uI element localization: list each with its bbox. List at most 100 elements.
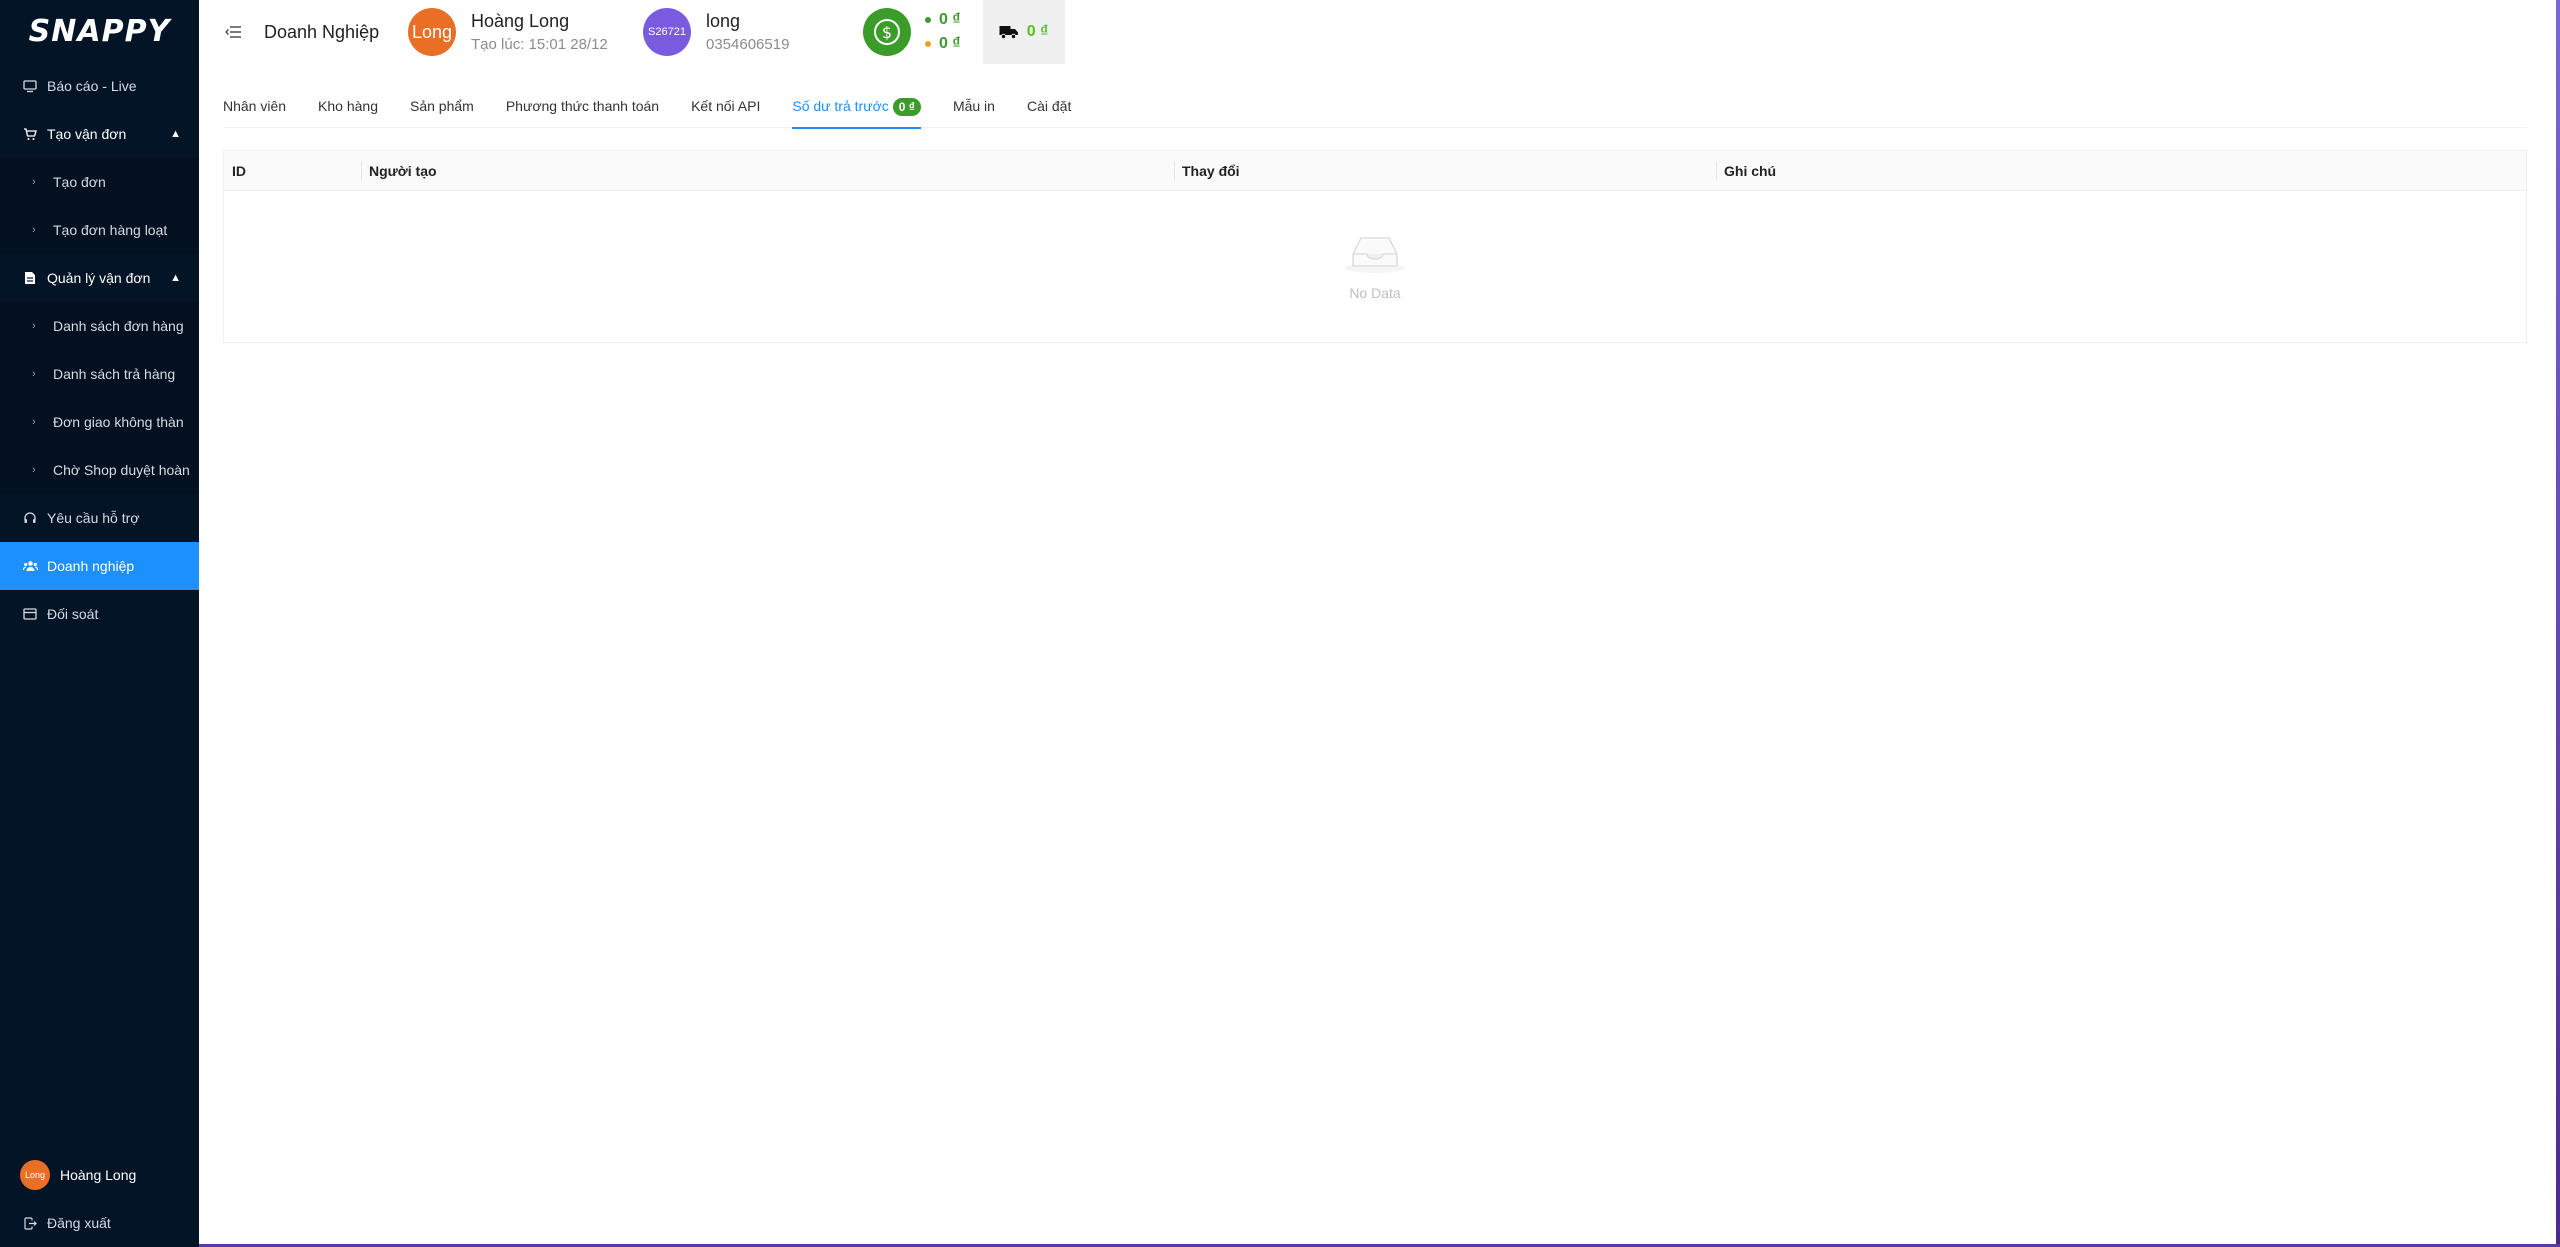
avatar[interactable]: Long [408,8,456,56]
card-icon [22,606,38,622]
tab-print-templates[interactable]: Mẫu in [953,88,995,128]
chevron-right-icon: › [32,368,36,380]
tab-label: Sản phẩm [410,98,474,114]
sidebar-item-report-live[interactable]: Báo cáo - Live [0,62,199,110]
sidebar-group-manage-shipment[interactable]: Quản lý vận đơn ▲ [0,254,199,302]
column-header-change[interactable]: Thay đổi [1174,151,1716,191]
shipping-balance[interactable]: 0 ₫ [982,0,1065,64]
sidebar-item-label: Doanh nghiệp [47,558,135,574]
chevron-up-icon: ▲ [170,128,181,140]
sidebar-item-label: Đơn giao không thàn [53,414,184,430]
team-icon [22,558,38,574]
main-content: Nhân viên Kho hàng Sản phẩm Phương thức … [199,64,2560,1247]
column-header-note[interactable]: Ghi chú [1716,151,2526,191]
account-name: long [706,11,741,31]
tab-payment-methods[interactable]: Phương thức thanh toán [506,88,659,128]
chevron-up-icon: ▲ [170,272,181,284]
sidebar-item-label: Chờ Shop duyệt hoàn [53,462,190,478]
tab-employees[interactable]: Nhân viên [223,88,286,128]
sidebar-group-create-shipment[interactable]: Tạo vận đơn ▲ [0,110,199,158]
sidebar-item-label: Tạo đơn [53,174,106,190]
sidebar-item-create-bulk-order[interactable]: › Tạo đơn hàng loạt [0,206,199,254]
column-header-id[interactable]: ID [224,151,361,191]
prepaid-balance-table: ID Người tạo Thay đổi Ghi chú No Data [223,150,2527,343]
cart-icon [22,126,38,142]
tab-label: Kho hàng [318,98,378,114]
menu-toggle-icon[interactable] [222,21,244,43]
sidebar-menu: Báo cáo - Live Tạo vận đơn ▲ › Tạo đơn ›… [0,62,199,638]
column-header-creator[interactable]: Người tạo [361,151,1174,191]
chevron-right-icon: › [32,176,36,188]
sidebar-item-business[interactable]: Doanh nghiệp [0,542,199,590]
status-dot [925,41,931,47]
user-info: Hoàng Long Tạo lúc: 15:01 28/12 [471,11,643,53]
sidebar-footer: Long Hoàng Long Đăng xuất [0,1151,199,1247]
tab-label: Phương thức thanh toán [505,98,660,114]
account-avatar[interactable]: S26721 [643,8,691,56]
sidebar-item-awaiting-shop-approval[interactable]: › Chờ Shop duyệt hoàn [0,446,199,494]
sidebar-item-return-list[interactable]: › Danh sách trả hàng [0,350,199,398]
empty-state: No Data [224,191,2526,342]
window-edge-right [2556,0,2560,1247]
sidebar-item-label: Báo cáo - Live [47,78,137,94]
sidebar-item-label: Yêu cầu hỗ trợ [47,510,140,526]
sidebar-item-label: Quản lý vận đơn [47,270,151,286]
shipping-value: 0 ₫ [1026,23,1049,40]
empty-state-text: No Data [1349,285,1401,301]
sidebar-user-name: Hoàng Long [60,1167,137,1183]
monitor-icon [22,78,38,94]
tab-bar: Nhân viên Kho hàng Sản phẩm Phương thức … [223,88,2527,129]
sidebar-item-failed-delivery[interactable]: › Đơn giao không thàn [0,398,199,446]
user-name: Hoàng Long [471,11,570,31]
chevron-right-icon: › [32,224,36,236]
logout-icon [22,1215,38,1231]
wallet-balance-row: 0 ₫ [925,32,961,56]
logout-label: Đăng xuất [47,1215,111,1231]
top-header: Doanh Nghiệp Long Hoàng Long Tạo lúc: 15… [199,0,2560,64]
sidebar-item-order-list[interactable]: › Danh sách đơn hàng [0,302,199,350]
tab-products[interactable]: Sản phẩm [410,88,474,128]
sidebar-item-label: Tạo đơn hàng loạt [53,222,168,238]
wallet-balances: 0 ₫ 0 ₫ [925,8,961,56]
truck-icon [999,24,1019,40]
empty-inbox-icon [1343,232,1407,279]
document-icon [22,270,38,286]
brand-logo[interactable]: SNAPPY [0,0,199,62]
sidebar: SNAPPY Báo cáo - Live Tạo vận đơn ▲ › Tạ… [0,0,199,1247]
sidebar-item-label: Tạo vận đơn [47,126,127,142]
avatar: Long [20,1160,50,1190]
page-title: Doanh Nghiệp [264,21,380,42]
sidebar-item-label: Đối soát [47,606,99,622]
chevron-right-icon: › [32,320,36,332]
wallet-balance-2: 0 ₫ [939,35,961,52]
tab-label: Kết nối API [691,98,761,114]
table-header: ID Người tạo Thay đổi Ghi chú [224,151,2526,191]
dollar-icon[interactable]: $ [863,8,911,56]
wallet-balance-row: 0 ₫ [925,8,961,32]
headset-icon [22,510,38,526]
chevron-right-icon: › [32,464,36,476]
tab-api-connection[interactable]: Kết nối API [691,88,760,128]
tab-warehouse[interactable]: Kho hàng [318,88,378,128]
tab-prepaid-balance[interactable]: Số dư trả trước 0 ₫ [792,88,921,129]
svg-text:$: $ [882,23,892,42]
status-dot [925,17,931,23]
sidebar-item-support[interactable]: Yêu cầu hỗ trợ [0,494,199,542]
user-created-time: Tạo lúc: 15:01 28/12 [471,36,608,53]
tab-label: Mẫu in [952,98,995,114]
sidebar-user[interactable]: Long Hoàng Long [0,1151,199,1199]
logout-button[interactable]: Đăng xuất [0,1199,199,1247]
app-root: SNAPPY Báo cáo - Live Tạo vận đơn ▲ › Tạ… [0,0,2560,1247]
tab-label: Số dư trả trước [792,98,889,114]
tab-settings[interactable]: Cài đặt [1027,88,1071,128]
sidebar-item-create-order[interactable]: › Tạo đơn [0,158,199,206]
sidebar-item-reconciliation[interactable]: Đối soát [0,590,199,638]
tab-label: Nhân viên [223,98,287,114]
account-phone: 0354606519 [706,36,790,53]
sidebar-item-label: Danh sách trả hàng [53,366,176,382]
wallet-balance-1: 0 ₫ [939,11,961,28]
prepaid-balance-badge: 0 ₫ [892,98,921,116]
tab-label: Cài đặt [1026,98,1072,114]
account-info: long 0354606519 [706,11,863,53]
chevron-right-icon: › [32,416,36,428]
